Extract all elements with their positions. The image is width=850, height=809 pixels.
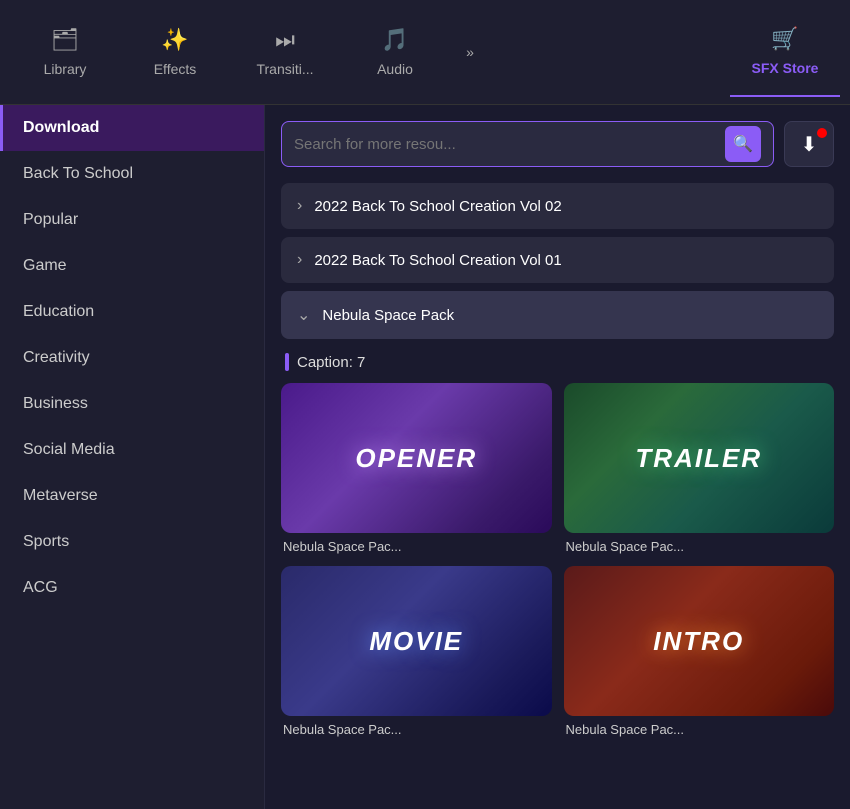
sidebar-download-label: Download (23, 119, 99, 136)
content-area: 🔍 ⬇ › 2022 Back To School Creation Vol 0… (265, 105, 850, 809)
chevron-right-icon: › (297, 251, 302, 269)
list-item-vol01-title: 2022 Back To School Creation Vol 01 (314, 252, 561, 269)
grid-item-movie[interactable]: MOVIE Nebula Space Pac... (281, 566, 552, 737)
nav-sfx-store-label: SFX Store (752, 60, 819, 76)
main-layout: Download Back To School Popular Game Edu… (0, 105, 850, 809)
list-item-vol02-title: 2022 Back To School Creation Vol 02 (314, 198, 561, 215)
nav-transitions[interactable]: ⏭ Transiti... (230, 7, 340, 97)
nav-effects-label: Effects (154, 61, 197, 77)
movie-thumb-label: MOVIE (369, 626, 463, 657)
grid-label-opener: Nebula Space Pac... (281, 539, 552, 554)
sidebar-item-acg[interactable]: ACG (0, 565, 264, 611)
search-bar: 🔍 ⬇ (281, 121, 834, 167)
caption-bar-indicator (285, 353, 289, 371)
sidebar-item-game[interactable]: Game (0, 243, 264, 289)
top-nav: 🗂 Library ✨ Effects ⏭ Transiti... 🎵 Audi… (0, 0, 850, 105)
notification-dot (817, 128, 827, 138)
nav-transitions-label: Transiti... (256, 61, 313, 77)
content-grid: OPENER Nebula Space Pac... TRAILER Nebul… (281, 383, 834, 737)
sfx-store-icon: 🛒 (771, 26, 798, 52)
sidebar-item-business[interactable]: Business (0, 381, 264, 427)
sidebar-back-to-school-label: Back To School (23, 165, 133, 182)
sidebar-metaverse-label: Metaverse (23, 487, 98, 504)
sidebar-item-sports[interactable]: Sports (0, 519, 264, 565)
opener-thumb-label: OPENER (355, 443, 477, 474)
chevron-right-icon: › (297, 197, 302, 215)
grid-label-trailer: Nebula Space Pac... (564, 539, 835, 554)
caption-text: Caption: 7 (297, 354, 365, 371)
grid-label-intro: Nebula Space Pac... (564, 722, 835, 737)
list-item-vol01[interactable]: › 2022 Back To School Creation Vol 01 (281, 237, 834, 283)
trailer-thumb-label: TRAILER (635, 443, 762, 474)
nav-audio-label: Audio (377, 61, 413, 77)
audio-icon: 🎵 (381, 27, 408, 53)
sidebar-item-popular[interactable]: Popular (0, 197, 264, 243)
grid-thumb-intro: INTRO (564, 566, 835, 716)
chevron-down-icon: ⌄ (297, 305, 310, 325)
sidebar-education-label: Education (23, 303, 94, 320)
sidebar-item-metaverse[interactable]: Metaverse (0, 473, 264, 519)
list-item-vol02[interactable]: › 2022 Back To School Creation Vol 02 (281, 183, 834, 229)
grid-item-trailer[interactable]: TRAILER Nebula Space Pac... (564, 383, 835, 554)
sidebar-popular-label: Popular (23, 211, 78, 228)
search-icon: 🔍 (733, 134, 753, 154)
nav-library-label: Library (44, 61, 87, 77)
sidebar-item-download[interactable]: Download (0, 105, 264, 151)
list-item-nebula[interactable]: ⌄ Nebula Space Pack (281, 291, 834, 339)
effects-icon: ✨ (161, 27, 188, 53)
search-input-wrap[interactable]: 🔍 (281, 121, 774, 167)
search-button[interactable]: 🔍 (725, 126, 761, 162)
sidebar-creativity-label: Creativity (23, 349, 90, 366)
nav-more[interactable]: » (450, 7, 490, 97)
transitions-icon: ⏭ (275, 27, 295, 53)
grid-thumb-opener: OPENER (281, 383, 552, 533)
intro-thumb-label: INTRO (653, 626, 744, 657)
sidebar-game-label: Game (23, 257, 67, 274)
grid-label-movie: Nebula Space Pac... (281, 722, 552, 737)
grid-item-intro[interactable]: INTRO Nebula Space Pac... (564, 566, 835, 737)
download-manager-icon: ⬇ (801, 132, 818, 157)
nav-audio[interactable]: 🎵 Audio (340, 7, 450, 97)
sidebar-item-back-to-school[interactable]: Back To School (0, 151, 264, 197)
sidebar-item-creativity[interactable]: Creativity (0, 335, 264, 381)
sidebar-business-label: Business (23, 395, 88, 412)
grid-item-opener[interactable]: OPENER Nebula Space Pac... (281, 383, 552, 554)
sidebar-item-education[interactable]: Education (0, 289, 264, 335)
sidebar-sports-label: Sports (23, 533, 69, 550)
nav-sfx-store[interactable]: 🛒 SFX Store (730, 7, 840, 97)
list-item-nebula-title: Nebula Space Pack (322, 307, 454, 324)
sidebar-item-social-media[interactable]: Social Media (0, 427, 264, 473)
grid-thumb-movie: MOVIE (281, 566, 552, 716)
sidebar-social-media-label: Social Media (23, 441, 115, 458)
nav-library[interactable]: 🗂 Library (10, 7, 120, 97)
download-manager-button[interactable]: ⬇ (784, 121, 834, 167)
search-input[interactable] (294, 136, 717, 153)
caption-label: Caption: 7 (285, 353, 834, 371)
sidebar-acg-label: ACG (23, 579, 58, 596)
grid-thumb-trailer: TRAILER (564, 383, 835, 533)
more-icon: » (466, 44, 474, 60)
sidebar: Download Back To School Popular Game Edu… (0, 105, 265, 809)
nav-effects[interactable]: ✨ Effects (120, 7, 230, 97)
library-icon: 🗂 (51, 27, 79, 53)
